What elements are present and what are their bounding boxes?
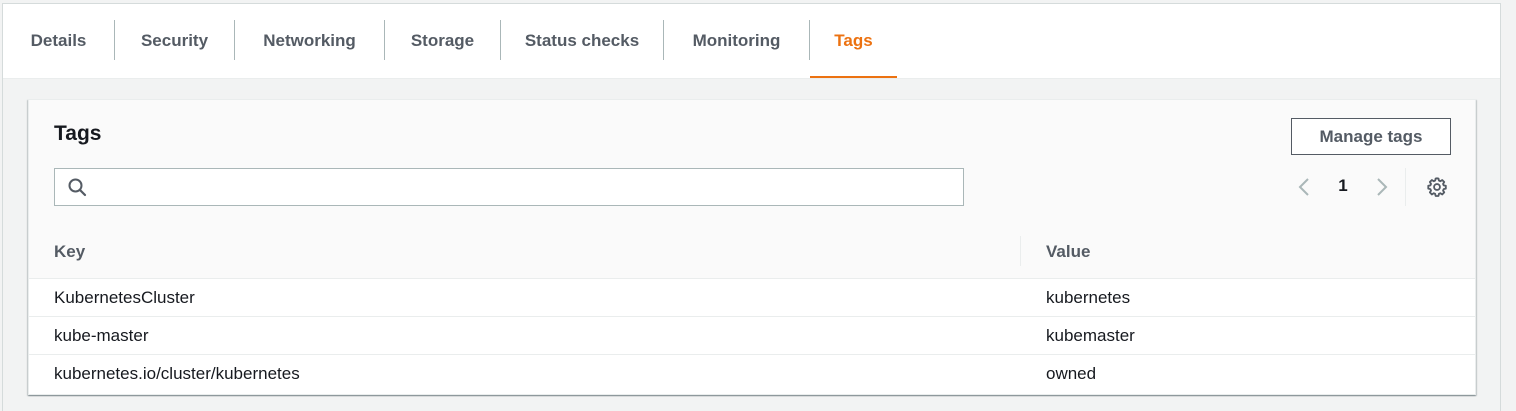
tags-header: Tags Manage tags 1 [29,100,1475,227]
tag-value-cell: owned [1046,364,1097,383]
tag-key-cell: KubernetesCluster [54,288,195,307]
manage-tags-button[interactable]: Manage tags [1291,118,1451,155]
table-row: kube-master kubemaster [29,317,1475,355]
column-header-value[interactable]: Value [1046,226,1090,278]
tab-networking[interactable]: Networking [235,4,384,78]
search-box [54,168,964,206]
tab-bar: Details Security Networking Storage Stat… [3,4,1500,79]
search-icon [68,178,87,197]
search-input[interactable] [97,173,955,203]
tag-key-cell: kubernetes.io/cluster/kubernetes [54,364,300,383]
table-row: kubernetes.io/cluster/kubernetes owned [29,355,1475,392]
tab-status-checks[interactable]: Status checks [501,4,663,78]
tag-key-cell: kube-master [54,326,149,345]
panel-title: Tags [54,122,102,145]
pager-divider [1405,168,1406,206]
column-divider[interactable] [1020,236,1021,266]
tab-details[interactable]: Details [3,4,114,78]
table-body: KubernetesCluster kubernetes kube-master… [29,279,1475,392]
tag-value-cell: kubemaster [1046,326,1135,345]
tag-value-cell: kubernetes [1046,288,1131,307]
table-header: Key Value [29,226,1475,279]
tab-monitoring[interactable]: Monitoring [664,4,809,78]
chevron-left-icon[interactable] [1295,176,1315,198]
tags-container: Tags Manage tags 1 Key Value KubernetesC… [28,99,1476,395]
gear-icon[interactable] [1426,176,1448,198]
current-page-number[interactable]: 1 [1334,176,1352,196]
table-row: KubernetesCluster kubernetes [29,279,1475,317]
column-header-key[interactable]: Key [54,226,85,278]
tab-storage[interactable]: Storage [385,4,500,78]
instance-details-panel: Details Security Networking Storage Stat… [2,3,1501,411]
tab-tags[interactable]: Tags [810,4,897,78]
tab-security[interactable]: Security [115,4,234,78]
chevron-right-icon[interactable] [1371,176,1391,198]
